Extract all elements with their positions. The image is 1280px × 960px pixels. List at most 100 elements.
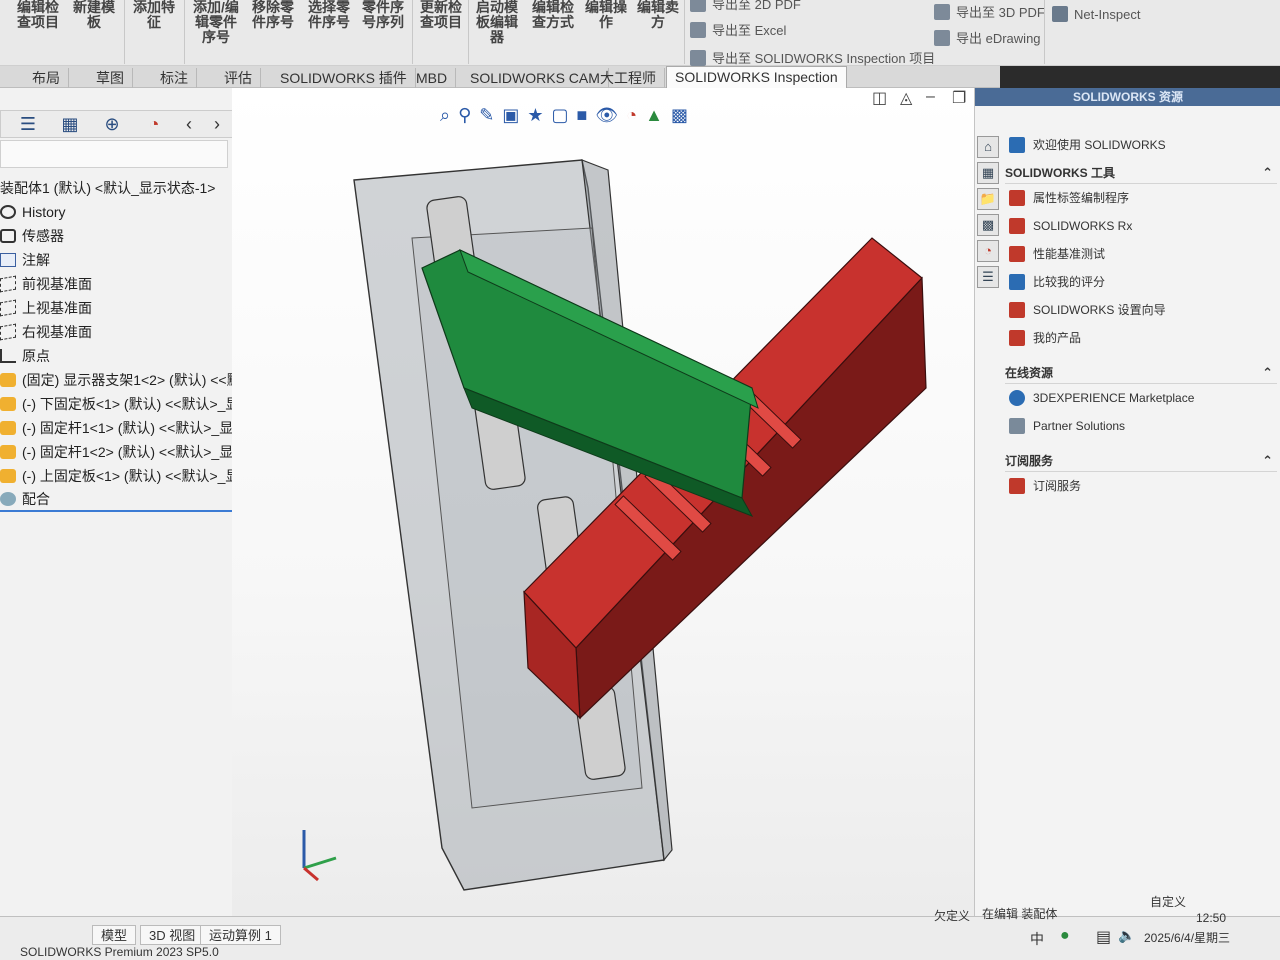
export-2d-pdf-button[interactable]: 导出至 2D PDF [690, 0, 801, 13]
home-icon[interactable]: ⌂ [977, 136, 999, 158]
chevron-up-icon[interactable]: ⌃ [1262, 162, 1273, 184]
link-subscription[interactable]: 订阅服务 [1005, 472, 1277, 500]
tool-my-products[interactable]: 我的产品 [1005, 324, 1277, 352]
design-library-icon[interactable]: ▦ [977, 162, 999, 184]
tab-mbd[interactable]: MBD [408, 68, 457, 88]
dynamic-annotation-icon[interactable]: ★ [527, 105, 543, 126]
export-excel-button[interactable]: 导出至 Excel [690, 20, 786, 39]
status-editing: 在编辑 装配体 [982, 907, 1058, 921]
chevron-up-icon[interactable]: ⌃ [1262, 362, 1273, 384]
tree-item-component[interactable]: (-) 下固定板<1> (默认) <<默认>_显 [0, 392, 250, 416]
tree-root-assembly[interactable]: 装配体1 (默认) <默认_显示状态-1> [0, 176, 250, 200]
update-inspection-button[interactable]: 更新检 查项目 [416, 0, 466, 30]
tree-item-component[interactable]: (-) 固定杆1<1> (默认) <<默认>_显 [0, 416, 250, 440]
chevron-up-icon[interactable]: ⌃ [1262, 450, 1273, 472]
tree-item-component[interactable]: (-) 上固定板<1> (默认) <<默认>_显 [0, 464, 250, 488]
appearance-icon[interactable]: ◔ [139, 112, 169, 136]
excel-icon [690, 21, 706, 38]
edit-vendor-button[interactable]: 编辑卖方 [634, 0, 682, 30]
feature-filter-input[interactable] [0, 140, 228, 168]
minimize-icon[interactable]: – [926, 88, 935, 106]
view-orientation-icon[interactable]: ▢ [552, 105, 569, 126]
tree-item-front-plane[interactable]: 前视基准面 [0, 272, 250, 296]
balloon-sequence-button[interactable]: 零件序 号序列 [358, 0, 408, 30]
status-custom[interactable]: 自定义 [1150, 893, 1186, 910]
tab-inspection[interactable]: SOLIDWORKS Inspection [666, 66, 847, 89]
section-online-resources[interactable]: 在线资源 ⌃ [1005, 362, 1277, 384]
tab-addins[interactable]: SOLIDWORKS 插件 [272, 68, 416, 88]
apply-scene-icon[interactable]: ▲ [645, 105, 663, 126]
tree-item-history[interactable]: History [0, 200, 250, 224]
tab-motion-study[interactable]: 运动算例 1 [200, 925, 281, 945]
tree-item-sensors[interactable]: 传感器 [0, 224, 250, 248]
link-partner-solutions[interactable]: Partner Solutions [1005, 412, 1277, 440]
view-settings-icon[interactable]: ▩ [671, 105, 688, 126]
section-view-icon[interactable]: ▣ [502, 105, 519, 126]
select-balloon-button[interactable]: 选择零 件序号 [304, 0, 354, 30]
tab-layout[interactable]: 布局 [24, 68, 69, 88]
appearances-icon[interactable]: ◔ [977, 240, 999, 262]
export-3d-pdf-button[interactable]: 导出至 3D PDF [934, 2, 1045, 21]
chevron-left-icon[interactable]: ‹ [181, 112, 197, 136]
section-sw-tools[interactable]: SOLIDWORKS 工具 ⌃ [1005, 162, 1277, 184]
tree-item-origin[interactable]: 原点 [0, 344, 250, 368]
task-pane-tabs: ⌂ ▦ 📁 ▩ ◔ ☰ [975, 132, 1001, 292]
export-edrawing-button[interactable]: 导出 eDrawing [934, 28, 1041, 47]
tab-3d-views[interactable]: 3D 视图 [140, 925, 205, 945]
zoom-area-icon[interactable]: ⚲ [458, 105, 471, 126]
ime-indicator[interactable]: 中 [1030, 929, 1044, 949]
chevron-right-icon[interactable]: › [209, 112, 225, 136]
tool-property-tab-builder[interactable]: 属性标签编制程序 [1005, 184, 1277, 212]
products-icon [1009, 330, 1025, 346]
zoom-fit-icon[interactable]: ⌕ [440, 105, 450, 126]
tree-item-component[interactable]: (固定) 显示器支架1<2> (默认) <<默 [0, 368, 250, 392]
tab-evaluate[interactable]: 评估 [216, 68, 261, 88]
edit-appearance-icon[interactable]: ◔ [626, 105, 637, 126]
wechat-icon[interactable]: ● [1060, 927, 1070, 945]
pdf-3d-icon [934, 3, 950, 20]
tree-item-top-plane[interactable]: 上视基准面 [0, 296, 250, 320]
tab-engineer[interactable]: 大工程师 [592, 68, 665, 88]
model-view[interactable] [232, 88, 974, 916]
graphics-area[interactable] [232, 88, 974, 916]
tool-compare-score[interactable]: 比较我的评分 [1005, 268, 1277, 296]
export-inspection-project-button[interactable]: 导出至 SOLIDWORKS Inspection 项目 [690, 48, 935, 67]
add-feature-button[interactable]: 添加特征 [130, 0, 178, 30]
section-subscription[interactable]: 订阅服务 ⌃ [1005, 450, 1277, 472]
file-explorer-icon[interactable]: 📁 [977, 188, 999, 210]
remove-balloon-button[interactable]: 移除零 件序号 [248, 0, 298, 30]
tree-item-right-plane[interactable]: 右视基准面 [0, 320, 250, 344]
tile-icon[interactable]: ◬ [900, 88, 912, 108]
tool-sw-rx[interactable]: SOLIDWORKS Rx [1005, 212, 1277, 240]
previous-view-icon[interactable]: ✎ [479, 105, 494, 126]
template-editor-button[interactable]: 启动模 板编辑器 [472, 0, 522, 45]
display-style-icon[interactable]: ■ [577, 105, 588, 126]
hide-show-icon[interactable]: 👁 [595, 105, 618, 126]
edit-operation-button[interactable]: 编辑操作 [582, 0, 630, 30]
new-template-button[interactable]: 新建模板 [70, 0, 118, 30]
edit-inspection-button[interactable]: 编辑检 查项目 [14, 0, 62, 30]
feature-tree-icon[interactable]: ☰ [13, 112, 43, 136]
configuration-icon[interactable]: ⊕ [97, 112, 127, 136]
edit-inspection-method-button[interactable]: 编辑检 查方式 [528, 0, 578, 30]
tab-sketch[interactable]: 草图 [88, 68, 133, 88]
net-inspect-button[interactable]: Net-Inspect [1052, 6, 1140, 22]
custom-properties-icon[interactable]: ☰ [977, 266, 999, 288]
property-manager-icon[interactable]: ▦ [55, 112, 85, 136]
tab-markup[interactable]: 标注 [152, 68, 197, 88]
tree-item-annotations[interactable]: 注解 [0, 248, 250, 272]
tree-item-mates[interactable]: 配合 [0, 488, 250, 512]
tab-cam[interactable]: SOLIDWORKS CAM [462, 68, 609, 88]
tab-model[interactable]: 模型 [92, 925, 137, 945]
welcome-link[interactable]: 欢迎使用 SOLIDWORKS [1005, 128, 1277, 162]
tool-setup-wizard[interactable]: SOLIDWORKS 设置向导 [1005, 296, 1277, 324]
maximize-icon[interactable]: ❐ [952, 88, 966, 108]
tool-benchmark[interactable]: 性能基准测试 [1005, 240, 1277, 268]
tree-item-component[interactable]: (-) 固定杆1<2> (默认) <<默认>_显 [0, 440, 250, 464]
network-icon[interactable]: ▤ [1096, 927, 1111, 947]
link-marketplace[interactable]: 3DEXPERIENCE Marketplace [1005, 384, 1277, 412]
view-palette-icon[interactable]: ▩ [977, 214, 999, 236]
volume-icon[interactable]: 🔈 [1118, 927, 1135, 944]
restore-icon[interactable]: ◫ [872, 88, 887, 108]
add-edit-balloon-button[interactable]: 添加/编 辑零件 序号 [190, 0, 242, 45]
